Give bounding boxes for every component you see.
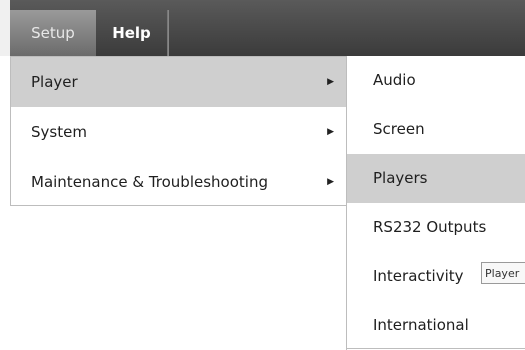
tooltip: Player <box>481 262 525 284</box>
submenu-item-screen[interactable]: Screen <box>347 105 525 154</box>
menu-item-player[interactable]: Player ▶ <box>11 57 346 107</box>
submenu-arrow-icon: ▶ <box>327 127 334 137</box>
submenu-item-audio[interactable]: Audio <box>347 56 525 105</box>
submenu-arrow-icon: ▶ <box>327 177 334 187</box>
menu-item-maintenance[interactable]: Maintenance & Troubleshooting ▶ <box>11 157 346 207</box>
menu-separator <box>168 10 169 56</box>
submenu-item-rs232-outputs[interactable]: RS232 Outputs <box>347 203 525 252</box>
menu-item-label: System <box>31 123 87 141</box>
submenu-item-international[interactable]: International <box>347 301 525 350</box>
setup-dropdown-menu: Player ▶ System ▶ Maintenance & Troubles… <box>10 56 347 206</box>
menu-item-label: Maintenance & Troubleshooting <box>31 173 268 191</box>
menu-bar-left-edge <box>0 0 10 56</box>
menu-help[interactable]: Help <box>96 10 168 56</box>
submenu-bottom-border <box>346 348 525 349</box>
submenu-arrow-icon: ▶ <box>327 77 334 87</box>
menu-item-label: Player <box>31 73 78 91</box>
submenu-item-players[interactable]: Players <box>347 154 525 203</box>
menu-setup[interactable]: Setup <box>10 10 96 56</box>
menu-item-system[interactable]: System ▶ <box>11 107 346 157</box>
player-submenu: Audio Screen Players RS232 Outputs Inter… <box>346 56 525 350</box>
menu-bar: Setup Help <box>0 0 525 56</box>
